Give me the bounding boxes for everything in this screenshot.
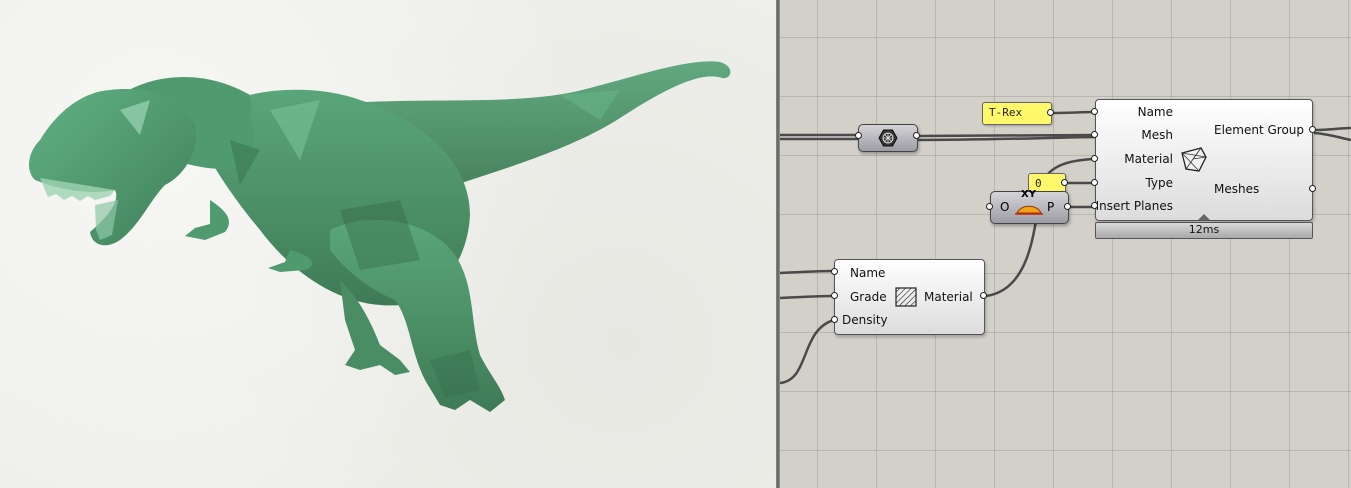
grip-input-mesh[interactable]	[1091, 131, 1098, 138]
xy-plane-input-grip[interactable]	[986, 203, 993, 210]
material-input-grade: Grade	[850, 290, 887, 304]
grip-material-output[interactable]	[980, 292, 987, 299]
output-element-group: Element Group	[1214, 123, 1305, 137]
grip-output-meshes[interactable]	[1309, 185, 1316, 192]
type-panel-output-grip[interactable]	[1061, 179, 1068, 186]
input-mesh: Mesh	[1141, 128, 1173, 142]
grip-material-input-grade[interactable]	[831, 292, 838, 299]
element-group-component[interactable]: Name Mesh Material Type Insert Planes El…	[1095, 99, 1313, 221]
mesh-param-input-grip[interactable]	[855, 132, 862, 139]
wire-mesh-to-component	[915, 133, 1096, 138]
xy-plane-component[interactable]: O P XY	[990, 189, 1069, 224]
name-panel-output-grip[interactable]	[1047, 109, 1054, 116]
grip-input-material[interactable]	[1091, 155, 1098, 162]
mesh-group-icon	[1181, 147, 1207, 172]
xy-plane-icon	[1015, 205, 1043, 215]
component-timer: 12ms	[1095, 222, 1313, 239]
t-rex-mesh	[28, 61, 731, 412]
rhino-viewport[interactable]	[0, 0, 776, 488]
xy-plane-output-grip[interactable]	[1064, 203, 1071, 210]
input-insert-planes: Insert Planes	[1095, 199, 1173, 213]
material-input-density: Density	[842, 313, 888, 327]
material-output-material: Material	[924, 290, 973, 304]
grip-output-element-group[interactable]	[1309, 126, 1316, 133]
wire-name	[1050, 110, 1096, 115]
wires	[780, 110, 1351, 385]
mesh-parameter[interactable]	[858, 124, 918, 152]
input-name: Name	[1137, 105, 1173, 119]
name-panel[interactable]: T-Rex	[982, 102, 1052, 125]
material-input-name: Name	[850, 266, 886, 280]
material-component[interactable]: Name Grade Density Material	[834, 259, 985, 335]
mesh-param-output-grip[interactable]	[913, 132, 920, 139]
grasshopper-canvas[interactable]: T-Rex 0 O P XY Name Mesh Material Type I…	[780, 0, 1351, 488]
grip-input-type[interactable]	[1091, 179, 1098, 186]
grip-material-input-density[interactable]	[831, 316, 838, 323]
grip-input-name[interactable]	[1091, 108, 1098, 115]
input-material: Material	[1124, 152, 1173, 166]
input-type: Type	[1145, 176, 1173, 190]
hatch-material-icon	[895, 287, 917, 307]
name-panel-value: T-Rex	[989, 106, 1023, 119]
output-meshes: Meshes	[1214, 182, 1260, 196]
component-timer-value: 12ms	[1188, 223, 1220, 236]
mesh-param-icon	[878, 129, 898, 147]
grip-material-input-name[interactable]	[831, 268, 838, 275]
grip-input-insert-planes[interactable]	[1091, 202, 1098, 209]
component-collapse-icon	[1198, 214, 1210, 220]
